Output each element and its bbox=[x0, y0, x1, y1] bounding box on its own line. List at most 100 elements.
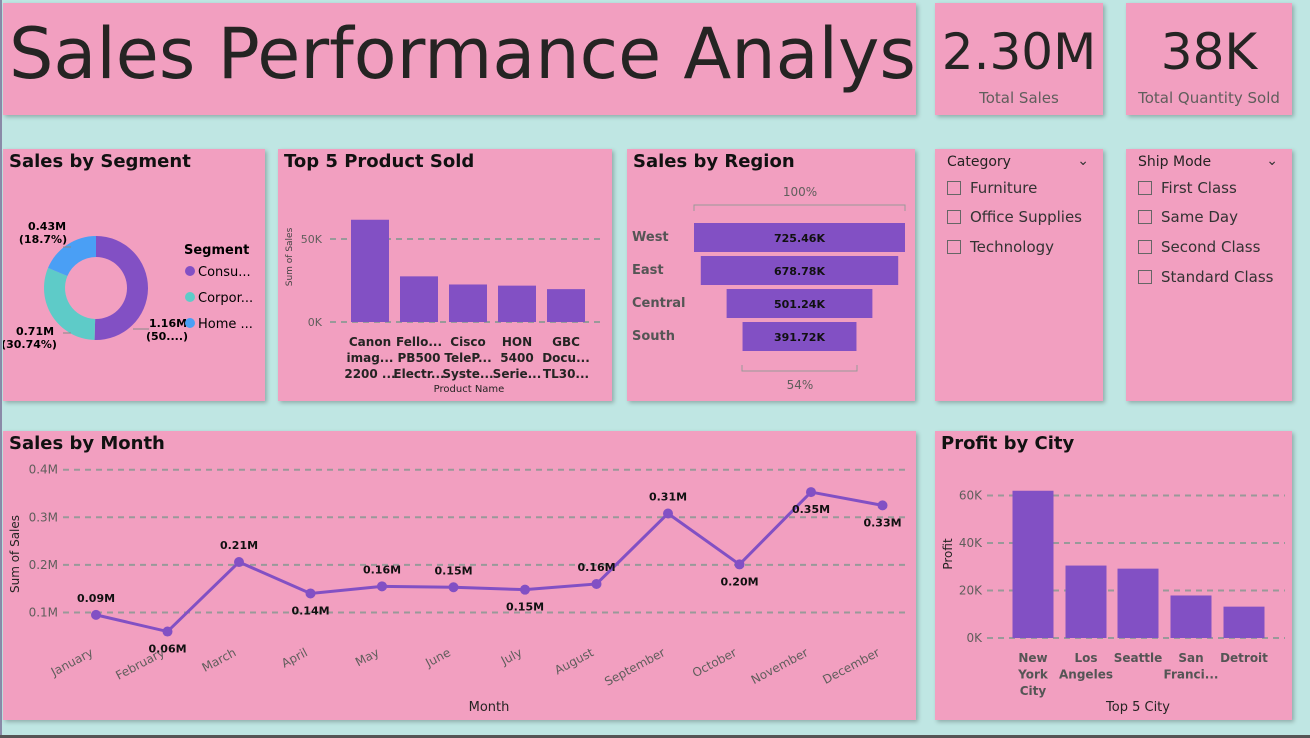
kpi-label: Total Quantity Sold bbox=[1138, 89, 1280, 107]
x-tick-label: Docu... bbox=[542, 351, 590, 365]
title-card: Sales Performance Analysis bbox=[3, 3, 916, 115]
legend-marker bbox=[185, 266, 195, 276]
ship-mode-slicer[interactable]: Ship Mode ⌄ First Class Same Day Second … bbox=[1126, 149, 1292, 401]
product-bar[interactable] bbox=[351, 219, 389, 322]
product-bar[interactable] bbox=[498, 285, 536, 322]
profit-by-city-panel[interactable]: Profit by City 0K 20K 40K 60K New York City Lo… bbox=[935, 431, 1292, 720]
legend-item[interactable]: Home ... bbox=[198, 317, 253, 332]
city-bar[interactable] bbox=[1065, 565, 1107, 638]
checkbox[interactable] bbox=[947, 181, 961, 195]
donut-label-value: 1.16M bbox=[149, 317, 187, 330]
x-tick-label: Cisco bbox=[450, 335, 485, 349]
y-tick-label: 50K bbox=[301, 233, 323, 246]
window-left-edge bbox=[0, 0, 2, 738]
slicer-option-second-class[interactable]: Second Class bbox=[1138, 238, 1260, 256]
line-point[interactable] bbox=[162, 626, 173, 637]
slicer-option-label: Office Supplies bbox=[970, 208, 1083, 226]
y-axis-title: Profit bbox=[941, 538, 955, 570]
product-bar[interactable] bbox=[547, 289, 585, 322]
line-point[interactable] bbox=[520, 584, 530, 595]
page-title: Sales Performance Analysis bbox=[9, 13, 916, 95]
y-tick-label: 60K bbox=[959, 489, 983, 503]
x-tick-label: TL30... bbox=[543, 367, 589, 381]
x-tick-label: New bbox=[1018, 651, 1047, 665]
top-products-panel[interactable]: Top 5 Product Sold Sum of Sales 50K 0K C… bbox=[278, 149, 612, 401]
legend-item[interactable]: Consu... bbox=[198, 265, 251, 280]
legend-item[interactable]: Corpor... bbox=[198, 291, 253, 306]
data-label: 0.20M bbox=[720, 575, 758, 588]
sales-line bbox=[95, 490, 883, 634]
checkbox[interactable] bbox=[1138, 270, 1152, 284]
y-axis-title: Sum of Sales bbox=[285, 227, 295, 286]
sales-by-month-panel[interactable]: Sales by Month 0.1M 0.2M 0.3M 0.4M 0.09M Jan… bbox=[3, 431, 916, 720]
data-label: 0.16M bbox=[577, 561, 615, 574]
funnel-bottom-bracket bbox=[741, 365, 858, 372]
line-point[interactable] bbox=[377, 581, 387, 592]
x-tick-label: City bbox=[1020, 684, 1047, 698]
sales-by-segment-panel[interactable]: Sales by Segment 0.43M (18.7%) 0.71M (30… bbox=[3, 149, 265, 401]
line-point[interactable] bbox=[877, 500, 888, 511]
x-tick-label: Canon bbox=[349, 335, 391, 349]
line-point[interactable] bbox=[234, 557, 244, 568]
x-tick-label: March bbox=[200, 645, 239, 675]
city-bar[interactable] bbox=[1012, 490, 1054, 638]
checkbox[interactable] bbox=[947, 210, 961, 224]
segment-donut-chart: 0.43M (18.7%) 0.71M (30.74%) 1.16M (50..… bbox=[3, 220, 253, 351]
checkbox[interactable] bbox=[1138, 210, 1152, 224]
slicer-option-label: Technology bbox=[970, 238, 1055, 256]
y-tick-label: 40K bbox=[959, 536, 983, 550]
legend-marker bbox=[185, 318, 195, 328]
city-bar[interactable] bbox=[1170, 595, 1212, 638]
donut-slice[interactable] bbox=[94, 236, 149, 340]
line-point[interactable] bbox=[448, 582, 459, 593]
slicer-option-furniture[interactable]: Furniture bbox=[947, 179, 1037, 197]
y-axis-title: Sum of Sales bbox=[8, 515, 22, 593]
slicer-option-same-day[interactable]: Same Day bbox=[1138, 208, 1238, 226]
city-bars: New York City Los AngelesSeattle San Franci...… bbox=[1012, 490, 1268, 698]
slicer-option-standard-class[interactable]: Standard Class bbox=[1138, 268, 1273, 286]
funnel-value-label: 501.24K bbox=[774, 298, 825, 311]
city-bar[interactable] bbox=[1223, 606, 1265, 638]
funnel-value-label: 725.46K bbox=[774, 232, 825, 245]
y-tick-label: 0.2M bbox=[29, 558, 58, 572]
top-products-chart: Sum of Sales 50K 0K Canon imag... 2200 ...… bbox=[285, 219, 602, 395]
data-label: 0.21M bbox=[220, 539, 258, 552]
product-bar[interactable] bbox=[400, 276, 438, 322]
x-tick-label: January bbox=[48, 645, 96, 679]
y-tick-label: 0.3M bbox=[29, 510, 58, 524]
x-tick-label: GBC bbox=[552, 335, 580, 349]
checkbox[interactable] bbox=[1138, 181, 1152, 195]
funnel-top-percent: 100% bbox=[783, 185, 817, 199]
chevron-down-icon[interactable]: ⌄ bbox=[1266, 153, 1278, 169]
slicer-option-first-class[interactable]: First Class bbox=[1138, 179, 1237, 197]
x-tick-label: HON bbox=[502, 335, 532, 349]
funnel-category-label: South bbox=[632, 329, 675, 344]
line-point[interactable] bbox=[734, 559, 745, 570]
city-bar[interactable] bbox=[1117, 568, 1159, 638]
product-bar[interactable] bbox=[449, 284, 487, 322]
slicer-title: Category bbox=[947, 154, 1011, 170]
sales-by-region-panel[interactable]: Sales by Region 100% 725.46K West 678.78K E… bbox=[627, 149, 915, 401]
line-point[interactable] bbox=[305, 588, 316, 599]
slicer-option-technology[interactable]: Technology bbox=[947, 238, 1054, 256]
line-point[interactable] bbox=[806, 487, 816, 498]
checkbox[interactable] bbox=[947, 240, 961, 254]
line-point[interactable] bbox=[591, 578, 602, 589]
data-label: 0.33M bbox=[863, 516, 901, 529]
line-point[interactable] bbox=[663, 508, 673, 519]
line-point[interactable] bbox=[91, 609, 101, 620]
data-label: 0.09M bbox=[77, 592, 115, 605]
category-slicer[interactable]: Category ⌄ Furniture Office Supplies Tec… bbox=[935, 149, 1103, 401]
chevron-down-icon[interactable]: ⌄ bbox=[1077, 153, 1089, 169]
kpi-card-total-sales[interactable]: 2.30M Total Sales bbox=[935, 3, 1103, 115]
y-tick-label: 0.1M bbox=[29, 606, 58, 620]
data-label: 0.31M bbox=[649, 490, 687, 503]
x-tick-label: Syste... bbox=[442, 367, 493, 381]
legend-title: Segment bbox=[184, 243, 249, 258]
x-tick-label: San bbox=[1178, 651, 1203, 665]
kpi-card-total-quantity[interactable]: 38K Total Quantity Sold bbox=[1126, 3, 1292, 115]
checkbox[interactable] bbox=[1138, 240, 1152, 254]
sales-by-month-chart: 0.1M0.2M0.3M0.4M 0.09MJanuary 0.06MFebrua… bbox=[8, 463, 909, 715]
slicer-option-office-supplies[interactable]: Office Supplies bbox=[947, 208, 1082, 226]
x-tick-label: November bbox=[749, 645, 811, 687]
